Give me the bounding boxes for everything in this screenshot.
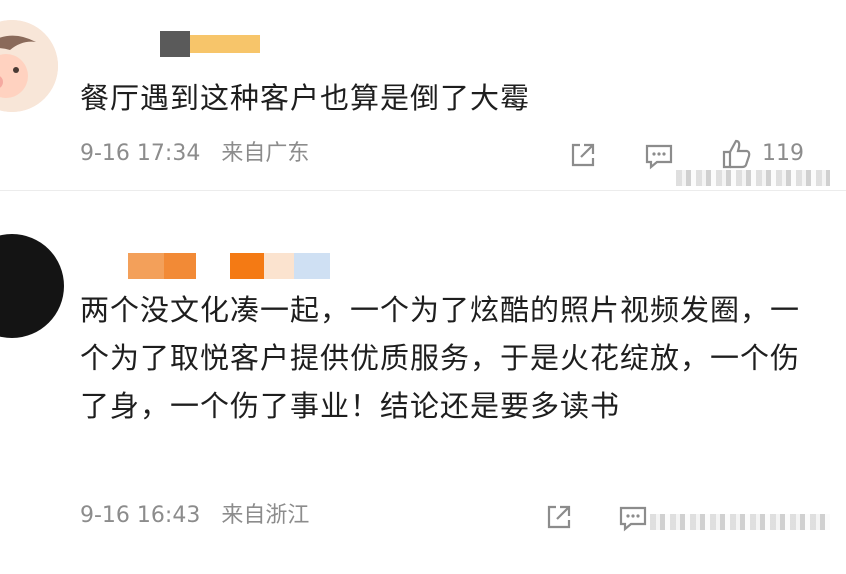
comment-location: 来自浙江: [221, 503, 310, 528]
thumbs-up-icon: [722, 139, 751, 169]
redacted-block: [128, 253, 164, 279]
username-redacted[interactable]: [160, 30, 260, 58]
avatar[interactable]: [0, 20, 58, 112]
redacted-block: [294, 253, 330, 279]
redacted-block: [196, 253, 230, 279]
comment-icon: [619, 506, 647, 532]
share-icon: [571, 143, 595, 167]
avatar[interactable]: [0, 234, 64, 338]
comment-location: 来自广东: [221, 141, 310, 166]
watermark: [676, 170, 830, 186]
like-button[interactable]: [718, 136, 752, 170]
redacted-block: [190, 35, 260, 53]
comment-meta: 9-16 16:43 来自浙江: [80, 500, 323, 532]
watermark: [650, 514, 830, 530]
comment-date: 9-16 17:34: [80, 141, 201, 166]
redacted-block: [230, 253, 264, 279]
comment-date: 9-16 16:43: [80, 503, 201, 528]
avatar-image: [0, 20, 58, 112]
redacted-block: [264, 253, 294, 279]
comment-button[interactable]: [616, 500, 650, 534]
redacted-block: [164, 253, 196, 279]
share-button[interactable]: [566, 138, 600, 172]
username-redacted[interactable]: [128, 252, 330, 280]
share-icon: [547, 505, 571, 529]
redacted-block: [160, 31, 190, 57]
share-button[interactable]: [542, 500, 576, 534]
comment-item: 餐厅遇到这种客户也算是倒了大霉 9-16 17:34 来自广东 119: [0, 0, 846, 190]
comment-item: 两个没文化凑一起，一个为了炫酷的照片视频发圈，一个为了取悦客户提供优质服务，于是…: [0, 194, 846, 574]
comment-icon: [645, 144, 673, 170]
comment-divider: [0, 190, 846, 191]
like-count: 119: [762, 141, 804, 166]
comment-button[interactable]: [642, 138, 676, 172]
comment-text: 餐厅遇到这种客户也算是倒了大霉: [80, 81, 531, 115]
comment-text: 两个没文化凑一起，一个为了炫酷的照片视频发圈，一个为了取悦客户提供优质服务，于是…: [80, 293, 801, 423]
comment-meta: 9-16 17:34 来自广东: [80, 138, 323, 170]
